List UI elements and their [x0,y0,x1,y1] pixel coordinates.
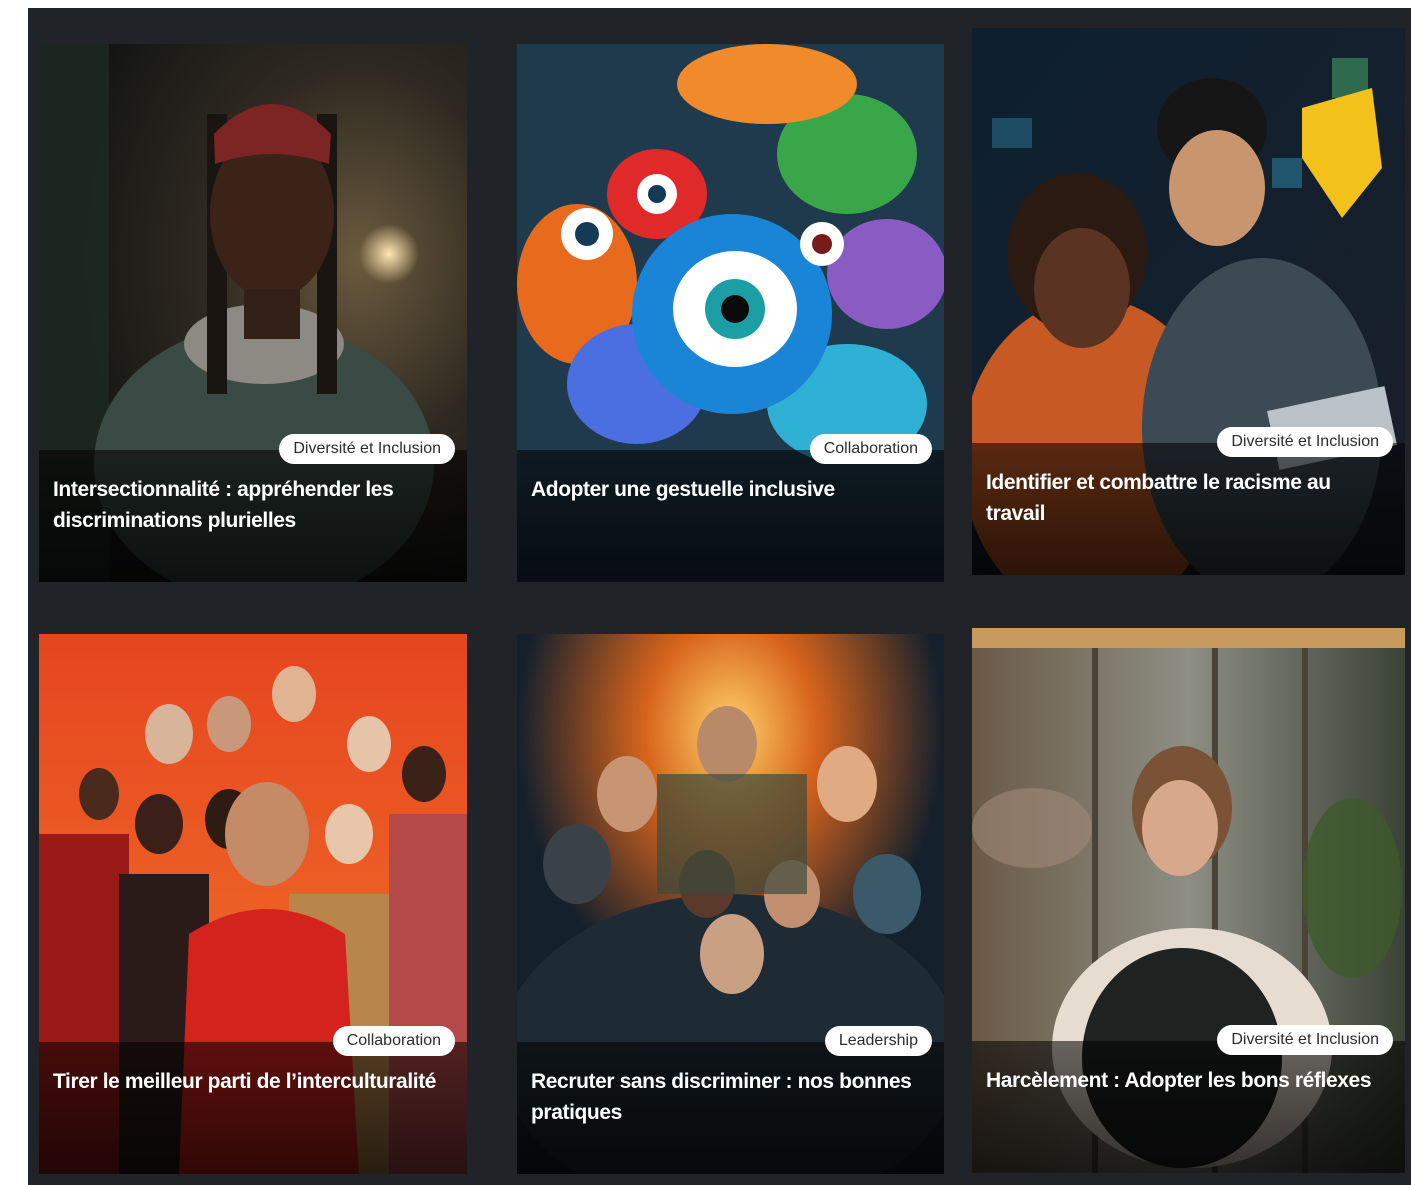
category-badge: Diversité et Inclusion [1217,427,1393,457]
course-card-racisme-travail[interactable]: Diversité et Inclusion Identifier et com… [972,28,1405,575]
category-badge: Diversité et Inclusion [1217,1025,1393,1055]
course-title: Harcèlement : Adopter les bons réflexes [986,1069,1372,1092]
course-title: Adopter une gestuelle inclusive [531,478,835,501]
course-caption: Diversité et Inclusion Intersectionnalit… [39,434,467,582]
course-card-interculturalite[interactable]: Collaboration Tirer le meilleur parti de… [39,634,467,1174]
course-title: Recruter sans discriminer : nos bonnes p… [531,1070,912,1124]
course-card-intersectionnalite[interactable]: Diversité et Inclusion Intersectionnalit… [39,44,467,582]
course-card-harcelement[interactable]: Diversité et Inclusion Harcèlement : Ado… [972,628,1405,1173]
course-caption: Leadership Recruter sans discriminer : n… [517,1026,944,1174]
course-caption: Diversité et Inclusion Harcèlement : Ado… [972,1025,1405,1173]
category-badge: Collaboration [809,434,932,464]
course-card-recruter-sans-discriminer[interactable]: Leadership Recruter sans discriminer : n… [517,634,944,1174]
course-caption: Diversité et Inclusion Identifier et com… [972,427,1405,575]
course-caption: Collaboration Adopter une gestuelle incl… [517,434,944,582]
course-card-gestuelle-inclusive[interactable]: Collaboration Adopter une gestuelle incl… [517,44,944,582]
course-title: Intersectionnalité : appréhender les dis… [53,478,394,532]
category-badge: Leadership [824,1026,932,1056]
category-badge: Collaboration [332,1026,455,1056]
course-title: Identifier et combattre le racisme au tr… [986,471,1331,525]
course-title: Tirer le meilleur parti de l’intercultur… [53,1070,437,1093]
course-caption: Collaboration Tirer le meilleur parti de… [39,1026,467,1174]
category-badge: Diversité et Inclusion [279,434,455,464]
